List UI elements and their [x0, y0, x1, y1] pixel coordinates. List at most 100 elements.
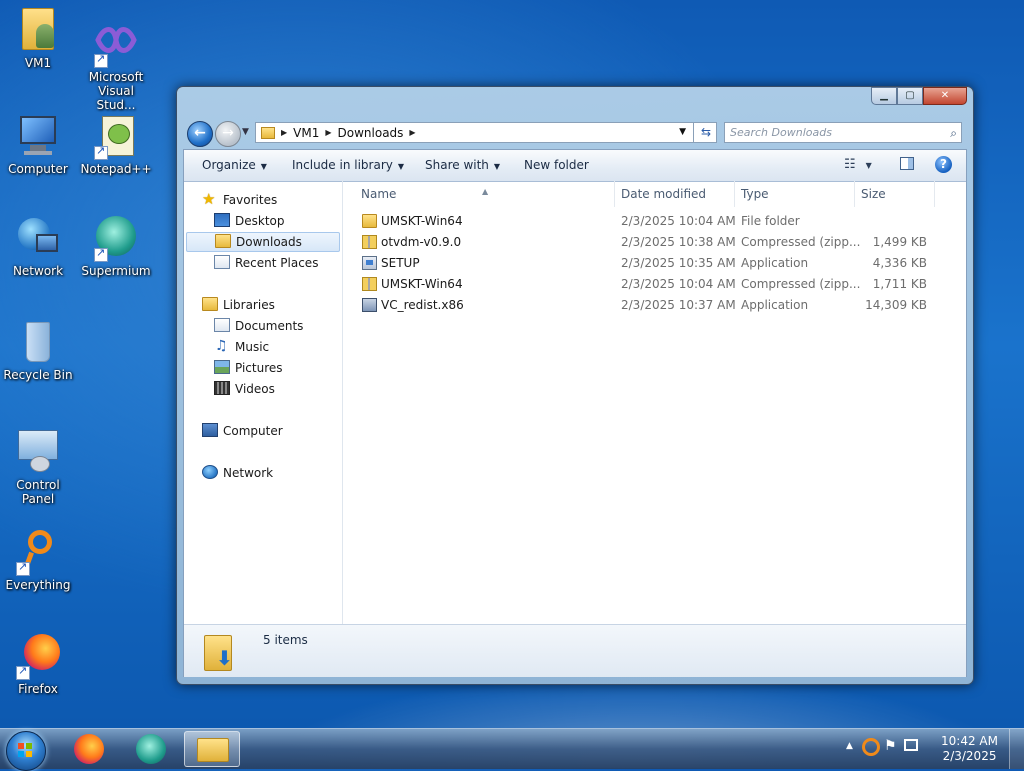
file-row[interactable]: VC_redist.x86 2/3/2025 10:37 AM Applicat… — [343, 295, 966, 316]
shortcut-arrow-icon — [16, 560, 30, 576]
preview-pane-icon[interactable] — [900, 157, 914, 170]
desktop-icon-visual-studio[interactable]: Microsoft Visual Stud... — [78, 20, 154, 112]
file-size: 1,499 KB — [872, 235, 927, 249]
taskbar-firefox[interactable] — [62, 731, 118, 767]
desktop-icon-recycle-bin[interactable]: Recycle Bin — [0, 318, 76, 382]
breadcrumb-downloads[interactable]: Downloads — [332, 126, 410, 140]
close-button[interactable]: ✕ — [923, 87, 967, 105]
file-name: SETUP — [381, 256, 420, 270]
nav-desktop[interactable]: Desktop — [214, 211, 285, 231]
change-view-button[interactable]: ☷ ▼ — [844, 157, 872, 172]
organize-button[interactable]: Organize ▼ — [202, 158, 267, 172]
desktop-icon-everything[interactable]: Everything — [0, 528, 76, 592]
caption-buttons: ▁ ▢ ✕ — [871, 87, 967, 105]
breadcrumb-vm1[interactable]: VM1 — [287, 126, 325, 140]
nav-documents[interactable]: Documents — [214, 316, 303, 336]
maximize-button[interactable]: ▢ — [897, 87, 923, 105]
show-desktop-button[interactable] — [1009, 729, 1024, 769]
everything-search-icon — [14, 528, 62, 576]
file-row[interactable]: UMSKT-Win64 2/3/2025 10:04 AM Compressed… — [343, 274, 966, 295]
column-header-size[interactable]: Size — [855, 181, 935, 207]
minimize-button[interactable]: ▁ — [871, 87, 897, 105]
taskbar-explorer[interactable] — [184, 731, 240, 767]
desktop-icon-label: Everything — [5, 578, 71, 592]
nav-music[interactable]: Music — [214, 336, 269, 357]
start-button[interactable] — [6, 731, 46, 771]
network-tray-icon[interactable] — [904, 739, 918, 751]
file-size: 1,711 KB — [872, 277, 927, 291]
network-icon — [202, 465, 218, 479]
downloads-folder-icon — [261, 126, 275, 139]
shortcut-arrow-icon — [94, 52, 108, 68]
desktop-icon-control-panel[interactable]: Control Panel — [0, 428, 76, 506]
desktop-icon-firefox[interactable]: Firefox — [0, 632, 76, 696]
search-icon[interactable]: ⌕ — [950, 124, 957, 143]
column-header-name[interactable]: Name ▲ — [343, 181, 615, 207]
file-type: File folder — [741, 214, 800, 228]
shortcut-arrow-icon — [16, 664, 30, 680]
nav-videos[interactable]: Videos — [214, 379, 275, 399]
desktop-icon-supermium[interactable]: Supermium — [78, 214, 154, 278]
address-bar[interactable]: ▶ VM1 ▶ Downloads ▶ ▼ — [255, 122, 717, 143]
everything-tray-icon[interactable] — [862, 738, 880, 756]
desktop-icon-network[interactable]: Network — [0, 214, 76, 278]
firefox-icon — [14, 632, 62, 680]
chevron-down-icon: ▼ — [865, 161, 872, 170]
nav-favorites[interactable]: Favorites — [202, 189, 277, 210]
desktop-icon-notepadpp[interactable]: Notepad++ — [78, 112, 154, 176]
visual-studio-icon — [92, 20, 140, 68]
control-panel-icon — [14, 428, 62, 476]
nav-libraries[interactable]: Libraries — [202, 295, 275, 315]
taskbar-clock[interactable]: 10:42 AM 2/3/2025 — [941, 734, 998, 764]
clock-date: 2/3/2025 — [942, 749, 997, 763]
back-button[interactable]: ← — [187, 121, 213, 147]
file-row[interactable]: SETUP 2/3/2025 10:35 AM Application 4,33… — [343, 253, 966, 274]
details-pane: ⬇ 5 items — [184, 624, 966, 677]
forward-button[interactable]: → — [215, 121, 241, 147]
taskbar-supermium[interactable] — [124, 731, 180, 767]
desktop-icon-vm1[interactable]: VM1 — [0, 6, 76, 70]
recycle-bin-icon — [14, 318, 62, 366]
nav-pictures[interactable]: Pictures — [214, 358, 283, 378]
share-with-button[interactable]: Share with ▼ — [425, 158, 500, 172]
file-date: 2/3/2025 10:38 AM — [621, 235, 736, 249]
include-in-library-button[interactable]: Include in library ▼ — [292, 158, 404, 172]
column-header-type[interactable]: Type — [735, 181, 855, 207]
search-input[interactable]: Search Downloads ⌕ — [724, 122, 962, 143]
supermium-icon — [136, 734, 166, 764]
new-folder-button[interactable]: New folder — [524, 158, 589, 172]
shortcut-arrow-icon — [94, 246, 108, 262]
nav-computer[interactable]: Computer — [202, 421, 283, 441]
help-icon[interactable]: ? — [935, 156, 952, 173]
nav-recent-places[interactable]: Recent Places — [214, 253, 318, 273]
show-hidden-icons-button[interactable]: ▲ — [846, 741, 853, 751]
recent-pages-dropdown[interactable]: ▼ — [242, 127, 249, 137]
nav-downloads[interactable]: Downloads — [186, 232, 340, 252]
file-size: 14,309 KB — [865, 298, 927, 312]
user-folder-icon — [14, 6, 62, 54]
desktop-icon-label: Computer — [8, 162, 68, 176]
desktop-icon-computer[interactable]: Computer — [0, 112, 76, 176]
file-row[interactable]: otvdm-v0.9.0 2/3/2025 10:38 AM Compresse… — [343, 232, 966, 253]
explorer-window: ▁ ▢ ✕ ← → ▼ ▶ VM1 ▶ Downloads ▶ ▼ ⇆ Sear… — [176, 86, 974, 685]
details-view-icon: ☷ — [844, 157, 856, 172]
favorites-star-icon — [202, 189, 218, 209]
chevron-down-icon: ▼ — [397, 162, 405, 171]
column-header-date[interactable]: Date modified — [615, 181, 735, 207]
pictures-icon — [214, 360, 230, 374]
windows-logo-icon — [18, 743, 32, 757]
file-date: 2/3/2025 10:04 AM — [621, 277, 736, 291]
address-dropdown-icon[interactable]: ▼ — [679, 127, 686, 137]
folder-icon — [362, 214, 377, 228]
breadcrumb-arrow-icon[interactable]: ▶ — [409, 128, 415, 137]
computer-icon — [14, 112, 62, 160]
nav-network[interactable]: Network — [202, 463, 273, 483]
action-center-flag-icon[interactable]: ⚑ — [884, 738, 897, 754]
supermium-icon — [92, 214, 140, 262]
desktop-icon-label: Firefox — [18, 682, 58, 696]
file-row[interactable]: UMSKT-Win64 2/3/2025 10:04 AM File folde… — [343, 211, 966, 232]
file-name: UMSKT-Win64 — [381, 214, 463, 228]
clock-time: 10:42 AM — [941, 734, 998, 748]
file-list: Name ▲ Date modified Type Size UMSKT-Win6… — [343, 181, 966, 624]
refresh-button[interactable]: ⇆ — [693, 122, 718, 143]
